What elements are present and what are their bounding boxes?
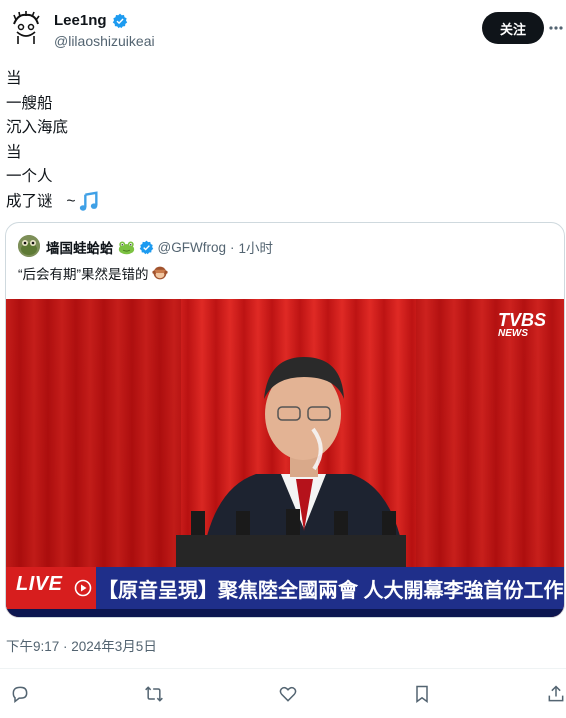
quoted-author-name[interactable]: 墙国蛙蛤蛤 [46, 237, 114, 257]
live-label: LIVE [16, 573, 63, 595]
author-handle[interactable]: @lilaoshizuikeai [54, 33, 155, 49]
tweet-header: Lee1ng @lilaoshizuikeai 关注 [0, 0, 566, 60]
quoted-time[interactable]: 1小时 [238, 237, 273, 257]
more-options-icon[interactable] [548, 20, 564, 36]
post-line-last: 成了谜 ~ [6, 190, 100, 215]
musical-note-icon [79, 191, 98, 211]
author-avatar[interactable] [8, 10, 44, 46]
author-name[interactable]: Lee1ng [54, 12, 107, 29]
play-circle-icon [74, 579, 92, 597]
bookmark-icon[interactable] [410, 682, 434, 706]
ticker-bottom-bar [6, 609, 564, 617]
tilde: ~ [66, 192, 76, 210]
share-icon[interactable] [544, 682, 566, 706]
verified-badge-icon [112, 13, 127, 28]
tweet-timestamp[interactable]: 下午9:17 · 2024年3月5日 [6, 635, 157, 655]
post-line: 成了谜 [6, 192, 53, 210]
video-player[interactable]: TVBS NEWS LIVE 【原音呈現】聚焦陸全國兩會 人大開幕李強首份工作報… [6, 299, 564, 617]
ticker-headline: 【原音呈現】聚焦陸全國兩會 人大開幕李強首份工作報告 [98, 580, 564, 602]
separator-dot: · [229, 239, 235, 255]
post-line: 沉入海底 [6, 119, 69, 136]
divider [0, 668, 566, 669]
live-badge: LIVE [6, 567, 96, 609]
post-text: 当 一艘船 沉入海底 当 一个人 成了谜 ~ [6, 67, 100, 214]
post-line: 一个人 [6, 168, 53, 185]
post-line: 一艘船 [6, 94, 53, 112]
quoted-tweet[interactable]: 墙国蛙蛤蛤 @GFWfrog · 1小时 “后会有期”果然是错的 TVBS NE… [5, 222, 565, 618]
quoted-text-row: “后会有期”果然是错的 [18, 263, 168, 283]
quoted-author-handle[interactable]: @GFWfrog [158, 240, 226, 255]
quoted-text: “后会有期”果然是错的 [18, 267, 149, 282]
like-icon[interactable] [276, 682, 300, 706]
reply-icon[interactable] [8, 682, 32, 706]
see-no-evil-monkey-icon [151, 266, 168, 280]
post-line: 当 [6, 143, 22, 161]
quoted-author-avatar[interactable] [18, 235, 40, 257]
retweet-icon[interactable] [142, 682, 166, 706]
verified-badge-icon [139, 240, 153, 254]
frog-icon [118, 241, 134, 254]
channel-logo: TVBS NEWS [498, 311, 546, 341]
news-ticker: LIVE 【原音呈現】聚焦陸全國兩會 人大開幕李強首份工作報告 [6, 567, 564, 609]
post-line: 当 [6, 70, 22, 87]
follow-button[interactable]: 关注 [482, 12, 544, 44]
